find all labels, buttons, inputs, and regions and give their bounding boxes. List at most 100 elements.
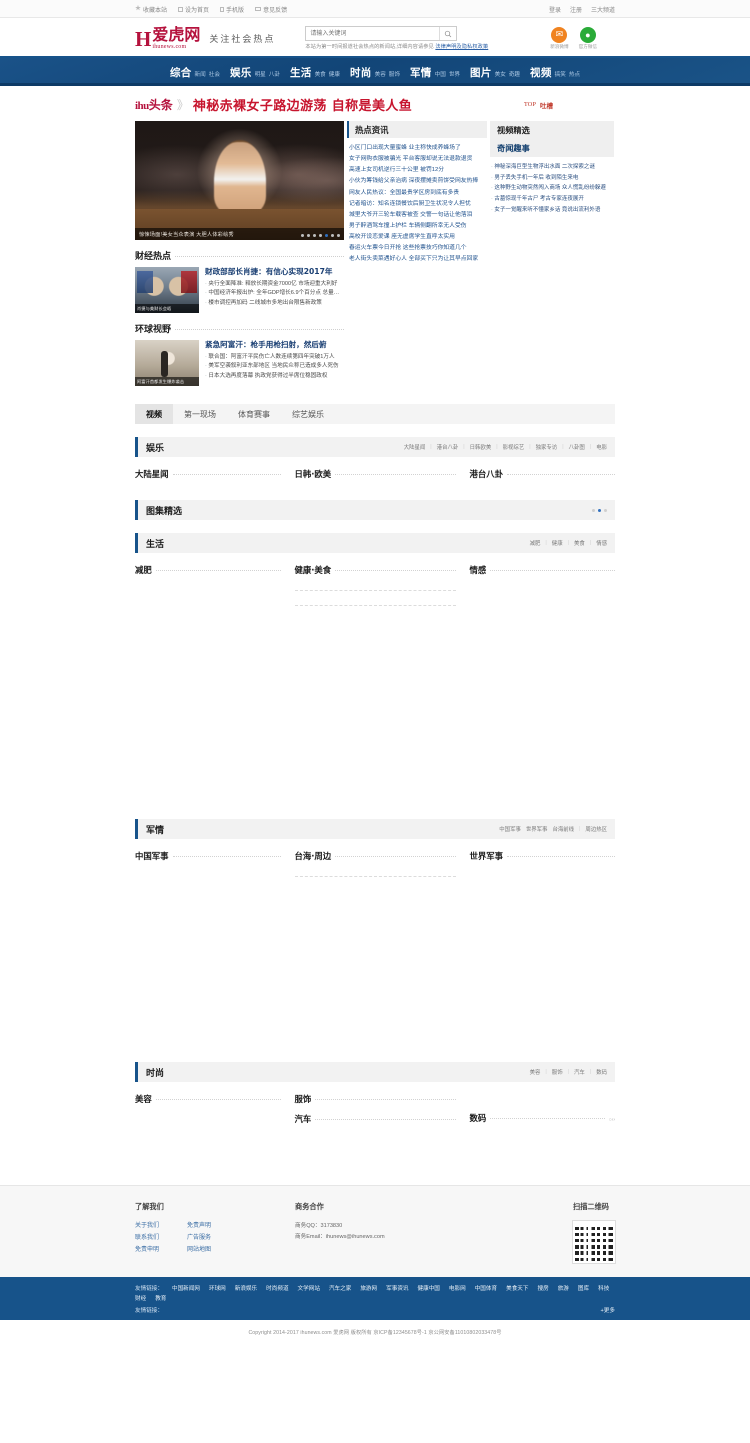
footer-link[interactable]: 广告服务 xyxy=(187,1233,223,1243)
channel-link[interactable]: 台海前线 xyxy=(552,825,574,833)
channel-link[interactable]: 减肥 xyxy=(530,539,541,547)
carousel-dot[interactable] xyxy=(301,234,304,237)
more-arrow-icon[interactable]: ○›› xyxy=(609,1117,615,1123)
channel-link[interactable]: 周边热区 xyxy=(585,825,607,833)
tab-video-selection[interactable]: 视频精选 xyxy=(490,121,614,139)
carousel-dot-active[interactable] xyxy=(325,234,328,237)
nav-item-yule[interactable]: 娱乐 xyxy=(230,65,252,80)
friendly-link[interactable]: 时尚频道 xyxy=(266,1284,288,1292)
friendly-link[interactable]: 教育 xyxy=(155,1294,166,1302)
channel-link[interactable]: 健康 xyxy=(552,539,563,547)
channel-link[interactable]: 美食 xyxy=(574,539,585,547)
list-item[interactable]: 记者暗访：知名连锁餐饮后厨卫生状况令人担忧 xyxy=(349,199,485,210)
friendly-link[interactable]: 军事资讯 xyxy=(386,1284,408,1292)
nav-sub-junqing-2[interactable]: 世界 xyxy=(449,70,460,78)
headline-tag[interactable]: 吐槽 xyxy=(540,100,553,110)
topbar-favorite[interactable]: ★ 收藏本站 xyxy=(135,5,167,14)
channel-link[interactable]: 情感 xyxy=(596,539,607,547)
channel-link[interactable]: 世界军事 xyxy=(526,825,548,833)
friendly-links-more[interactable]: +更多 xyxy=(601,1306,615,1314)
friendly-link[interactable]: 中国新闻网 xyxy=(172,1284,200,1292)
gallery-dot[interactable] xyxy=(604,508,607,512)
list-item[interactable]: 古墓惊现千年古尸 考古专家连夜展开 xyxy=(491,194,613,205)
nav-item-shenghuo[interactable]: 生活 xyxy=(290,65,312,80)
nav-sub-yule-1[interactable]: 明星 xyxy=(255,70,266,78)
channel-link[interactable]: 八卦图 xyxy=(569,443,585,451)
channels-link[interactable]: 三大频道 xyxy=(591,5,615,14)
nav-sub-shishang-1[interactable]: 美容 xyxy=(375,70,386,78)
footer-link[interactable]: 联系我们 xyxy=(135,1233,171,1243)
channel-link[interactable]: 美容 xyxy=(530,1068,541,1076)
channel-link[interactable]: 大陆星闻 xyxy=(404,443,426,451)
carousel-dot[interactable] xyxy=(307,234,310,237)
list-item[interactable]: 春运火车票今日开抢 这些抢票技巧你知道几个 xyxy=(349,243,485,254)
footer-link[interactable]: 网站地图 xyxy=(187,1245,223,1255)
list-item[interactable]: 男子醉酒驾车撞上护栏 车辆侧翻所幸无人受伤 xyxy=(349,221,485,232)
list-item[interactable]: 中国经济年报出炉: 全年GDP增长6.9个百分点 总量创新高 xyxy=(205,289,344,298)
gallery-dot[interactable] xyxy=(592,508,595,512)
hero-carousel[interactable]: 惊悚场面!美女当众表演 大胆人体彩绘秀 xyxy=(135,121,344,240)
friendly-link[interactable]: 中国体育 xyxy=(475,1284,497,1292)
friendly-link[interactable]: 财经 xyxy=(135,1294,146,1302)
nav-sub-yule-2[interactable]: 八卦 xyxy=(269,70,280,78)
nav-sub-shenghuo-2[interactable]: 健康 xyxy=(329,70,340,78)
list-item[interactable]: 高速上女司机逆行三十公里 被罚12分 xyxy=(349,165,485,176)
search-button[interactable] xyxy=(439,27,457,40)
search-box[interactable] xyxy=(305,26,458,41)
privacy-policy-link[interactable]: 法律声明及隐私权政策 xyxy=(435,44,488,50)
list-item[interactable]: 高校开设恋爱课 座无虚席学生直呼太实用 xyxy=(349,232,485,243)
friendly-link[interactable]: 旅游网 xyxy=(360,1284,377,1292)
nav-item-zonghe[interactable]: 综合 xyxy=(170,65,192,80)
friendly-link[interactable]: 文学网站 xyxy=(298,1284,320,1292)
friendly-link[interactable]: 电影网 xyxy=(449,1284,466,1292)
channel-link[interactable]: 中国军事 xyxy=(499,825,521,833)
list-item[interactable]: 女子网购衣服被骗光 平台客服却说无法退款退货 xyxy=(349,154,485,165)
friendly-link[interactable]: 环球网 xyxy=(209,1284,226,1292)
headline-title[interactable]: 神秘赤裸女子路边游荡 自称是美人鱼 xyxy=(193,95,412,114)
channel-link[interactable]: 汽车 xyxy=(574,1068,585,1076)
channel-link[interactable]: 电影 xyxy=(596,443,607,451)
friendly-link[interactable]: 搜房 xyxy=(537,1284,548,1292)
carousel-dot[interactable] xyxy=(331,234,334,237)
nav-sub-zonghe-2[interactable]: 社会 xyxy=(209,70,220,78)
wechat-entry[interactable]: ● 官方微信 xyxy=(579,26,597,50)
friendly-link[interactable]: 旅游 xyxy=(558,1284,569,1292)
tab-odd-stories[interactable]: 奇闻趣事 xyxy=(490,139,614,157)
tab-zongyiyule[interactable]: 综艺娱乐 xyxy=(281,404,335,424)
carousel-dot[interactable] xyxy=(337,234,340,237)
topbar-homepage[interactable]: 设为首页 xyxy=(178,5,209,14)
friendly-link[interactable]: 图库 xyxy=(578,1284,589,1292)
nav-sub-shipin-1[interactable]: 搞笑 xyxy=(555,70,566,78)
list-item[interactable]: 美军空袭叙利亚东部地区 当地民众称已造成多人死伤 xyxy=(205,362,344,371)
tab-tiyusaishi[interactable]: 体育赛事 xyxy=(227,404,281,424)
nav-sub-tupian-1[interactable]: 美女 xyxy=(495,70,506,78)
list-item[interactable]: 央行全面降准: 释放长期资金7000亿 市场迎重大利好 xyxy=(205,280,344,289)
finance-thumbnail[interactable]: 肖捷与美财长会晤 xyxy=(135,267,199,313)
weibo-entry[interactable]: ✉ 新浪微博 xyxy=(550,26,569,50)
footer-link[interactable]: 免责申明 xyxy=(135,1245,171,1255)
search-input[interactable] xyxy=(306,27,440,40)
friendly-link[interactable]: 健康中国 xyxy=(418,1284,440,1292)
login-link[interactable]: 登录 xyxy=(549,5,561,14)
carousel-dot[interactable] xyxy=(319,234,322,237)
friendly-link[interactable]: 美食天下 xyxy=(506,1284,528,1292)
list-item[interactable]: 小伙为筹钱给父亲治病 深夜摆摊卖煎饼受网友热捧 xyxy=(349,176,485,187)
channel-link[interactable]: 数码 xyxy=(596,1068,607,1076)
friendly-link[interactable]: 汽车之家 xyxy=(329,1284,351,1292)
list-item[interactable]: 网友人民热议：全国最贵学区房到底有多贵 xyxy=(349,188,485,199)
channel-link[interactable]: 独家专访 xyxy=(536,443,558,451)
friendly-link[interactable]: 科技 xyxy=(598,1284,609,1292)
nav-sub-tupian-2[interactable]: 奇趣 xyxy=(509,70,520,78)
list-item[interactable]: 老人街头卖菜遇好心人 全部买下只为让其早点回家 xyxy=(349,254,485,265)
topbar-feedback[interactable]: 意见反馈 xyxy=(255,5,287,14)
gallery-dot-active[interactable] xyxy=(598,508,601,512)
channel-link[interactable]: 影视综艺 xyxy=(503,443,525,451)
list-item[interactable]: 神秘深海巨型生物浮出水面 二次探索之谜 xyxy=(491,162,613,173)
footer-link[interactable]: 关于我们 xyxy=(135,1221,171,1231)
friendly-link[interactable]: 新浪娱乐 xyxy=(235,1284,257,1292)
list-item[interactable]: 小区门口出现大量蜜蜂 业主称快成养蜂场了 xyxy=(349,143,485,154)
nav-sub-shenghuo-1[interactable]: 美食 xyxy=(315,70,326,78)
list-item[interactable]: 楼市调控再加码 二线城市多地出台限售新政策 xyxy=(205,299,344,308)
nav-sub-shipin-2[interactable]: 热点 xyxy=(569,70,580,78)
finance-headline[interactable]: 财政部部长肖捷：有信心实现2017年 xyxy=(205,267,344,277)
